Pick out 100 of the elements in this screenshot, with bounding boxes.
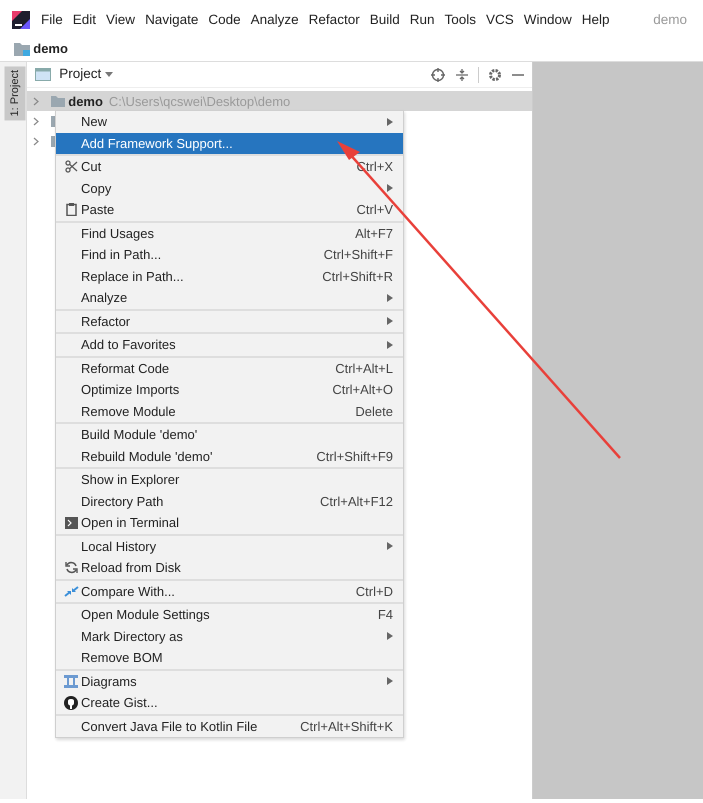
menu-item[interactable]: Directory Path Ctrl+Alt+F12 — [56, 490, 403, 512]
menu-item[interactable]: Show in Explorer — [56, 469, 403, 490]
menu-item[interactable]: Edit — [68, 8, 102, 32]
github-icon — [64, 696, 78, 710]
menu-item[interactable]: Copy — [56, 178, 403, 199]
menu-item-label: Convert Java File to Kotlin File — [81, 718, 258, 736]
collapse-icon[interactable] — [454, 68, 469, 82]
menu-item-label: Copy — [81, 180, 112, 198]
menu-item-label: Open in Terminal — [81, 514, 180, 532]
menu-item[interactable]: Help — [576, 8, 615, 32]
menu-item-label: Directory Path — [81, 492, 164, 511]
menu-item-label: Analyze — [81, 289, 128, 307]
menu-item-label: Build Module 'demo' — [81, 426, 198, 444]
menu-item[interactable]: Add to Favorites — [56, 334, 403, 356]
menu-item[interactable]: Convert Java File to Kotlin File Ctrl+Alt+Shift+K — [56, 716, 403, 737]
menu-item[interactable]: File — [36, 8, 68, 32]
shortcut-label: Ctrl+V — [356, 201, 393, 219]
menu-item[interactable]: Open in Terminal — [56, 512, 403, 534]
menu-item-label: Open Module Settings — [81, 606, 210, 624]
menu-item[interactable]: Create Gist... — [56, 692, 403, 714]
menu-item[interactable]: Reformat Code Ctrl+Alt+L — [56, 358, 403, 379]
folder-icon — [51, 96, 65, 107]
clipboard-icon — [66, 203, 76, 216]
shortcut-label: Alt+F7 — [355, 224, 393, 242]
project-name: demo — [653, 10, 687, 29]
tree-row[interactable]: demo C:\Users\qcswei\Desktop\demo — [27, 91, 532, 112]
dropdown-icon — [104, 72, 113, 77]
menu-item[interactable]: Run — [404, 8, 440, 32]
menu-item[interactable]: Refactor — [56, 310, 403, 332]
menu-item-label: Diagrams — [81, 672, 137, 691]
shortcut-label: Ctrl+Alt+Shift+K — [300, 718, 393, 736]
menu-item[interactable]: Optimize Imports Ctrl+Alt+O — [56, 379, 403, 400]
menu-item[interactable]: Replace in Path... Ctrl+Shift+R — [56, 266, 403, 287]
compare-icon — [64, 584, 78, 598]
menu-item[interactable]: Build — [364, 8, 405, 32]
menu-item[interactable]: Window — [518, 8, 577, 32]
chevron-icon[interactable] — [33, 116, 39, 126]
menu-item[interactable]: Navigate — [140, 8, 204, 32]
shortcut-label: Ctrl+Shift+R — [322, 268, 393, 286]
menu-item[interactable]: Find in Path... Ctrl+Shift+F — [56, 244, 403, 266]
shortcut-label: Delete — [355, 402, 393, 420]
menu-item-label: Optimize Imports — [81, 381, 180, 399]
diagram-icon — [64, 674, 78, 688]
menu-item[interactable]: Diagrams — [56, 670, 403, 692]
menu-item-label: Rebuild Module 'demo' — [81, 448, 212, 466]
menu-item[interactable]: Find Usages Alt+F7 — [56, 222, 403, 244]
menu-item[interactable]: New — [56, 111, 403, 132]
menu-item[interactable]: Compare With... Ctrl+D — [56, 580, 403, 602]
menu-item[interactable]: Paste Ctrl+V — [56, 199, 403, 220]
menu-item-label: Find Usages — [81, 224, 154, 243]
terminal-icon — [64, 516, 78, 529]
chevron-icon[interactable] — [33, 136, 39, 146]
target-icon[interactable] — [431, 68, 445, 82]
tree-label: demo — [68, 92, 103, 110]
menu-item-label: Mark Directory as — [81, 628, 183, 646]
menu-item[interactable]: Open Module Settings F4 — [56, 604, 403, 626]
shortcut-label: Ctrl+D — [356, 582, 393, 600]
shortcut-label: Ctrl+Alt+F12 — [320, 492, 393, 510]
menu-item[interactable]: Local History — [56, 536, 403, 557]
shortcut-label: Ctrl+Shift+F9 — [316, 448, 393, 466]
menu-item-label: Cut — [81, 158, 102, 176]
menu-item[interactable]: Build Module 'demo' — [56, 424, 403, 446]
menu-item-label: Refactor — [81, 312, 130, 330]
menu-item[interactable]: Reload from Disk — [56, 557, 403, 578]
menu-item[interactable]: Refactor — [304, 8, 365, 32]
menu-item[interactable]: Code — [203, 8, 246, 32]
menu-item[interactable]: Remove Module Delete — [56, 400, 403, 422]
menu-item-label: Find in Path... — [81, 246, 162, 264]
menu-item-label: Local History — [81, 538, 156, 556]
shortcut-label: Ctrl+Alt+O — [332, 381, 393, 399]
menu-item-label: Create Gist... — [81, 694, 158, 712]
menu-item-label: Add to Favorites — [81, 336, 176, 354]
menu-item[interactable]: VCS — [481, 8, 519, 32]
view-selector[interactable]: Project — [54, 62, 118, 87]
menu-item-label: Remove BOM — [81, 649, 163, 667]
scissors-icon — [64, 160, 78, 174]
panel-icon — [35, 68, 51, 81]
menu-item-label: Show in Explorer — [81, 471, 180, 489]
menu-item-label: New — [81, 113, 108, 131]
breadcrumb-item[interactable]: demo — [33, 38, 68, 58]
menu-item[interactable]: Rebuild Module 'demo' Ctrl+Shift+F9 — [56, 446, 403, 467]
project-tab[interactable]: 1: Project — [5, 66, 26, 120]
menu-item[interactable]: Tools — [440, 8, 482, 32]
menu-item[interactable]: View — [101, 8, 140, 32]
reload-icon — [64, 561, 78, 574]
settings-icon[interactable] — [488, 68, 502, 82]
shortcut-label: Ctrl+Alt+L — [335, 360, 393, 378]
menu-item[interactable]: Analyze — [246, 8, 304, 32]
menu-item[interactable]: Remove BOM — [56, 647, 403, 668]
menu-item[interactable]: Analyze — [56, 287, 403, 308]
menu-item-label: Reload from Disk — [81, 559, 181, 577]
menu-item-label: Reformat Code — [81, 360, 170, 378]
menu-item-label: Replace in Path... — [81, 268, 184, 286]
shortcut-label: Ctrl+Shift+F — [324, 246, 393, 264]
menu-item[interactable]: Add Framework Support... — [56, 132, 403, 154]
menu-item-label: Paste — [81, 201, 114, 219]
tree-path: C:\Users\qcswei\Desktop\demo — [108, 92, 290, 111]
folder-icon — [14, 42, 30, 56]
menu-item-label: Remove Module — [81, 402, 176, 420]
menu-item[interactable]: Mark Directory as — [56, 626, 403, 647]
